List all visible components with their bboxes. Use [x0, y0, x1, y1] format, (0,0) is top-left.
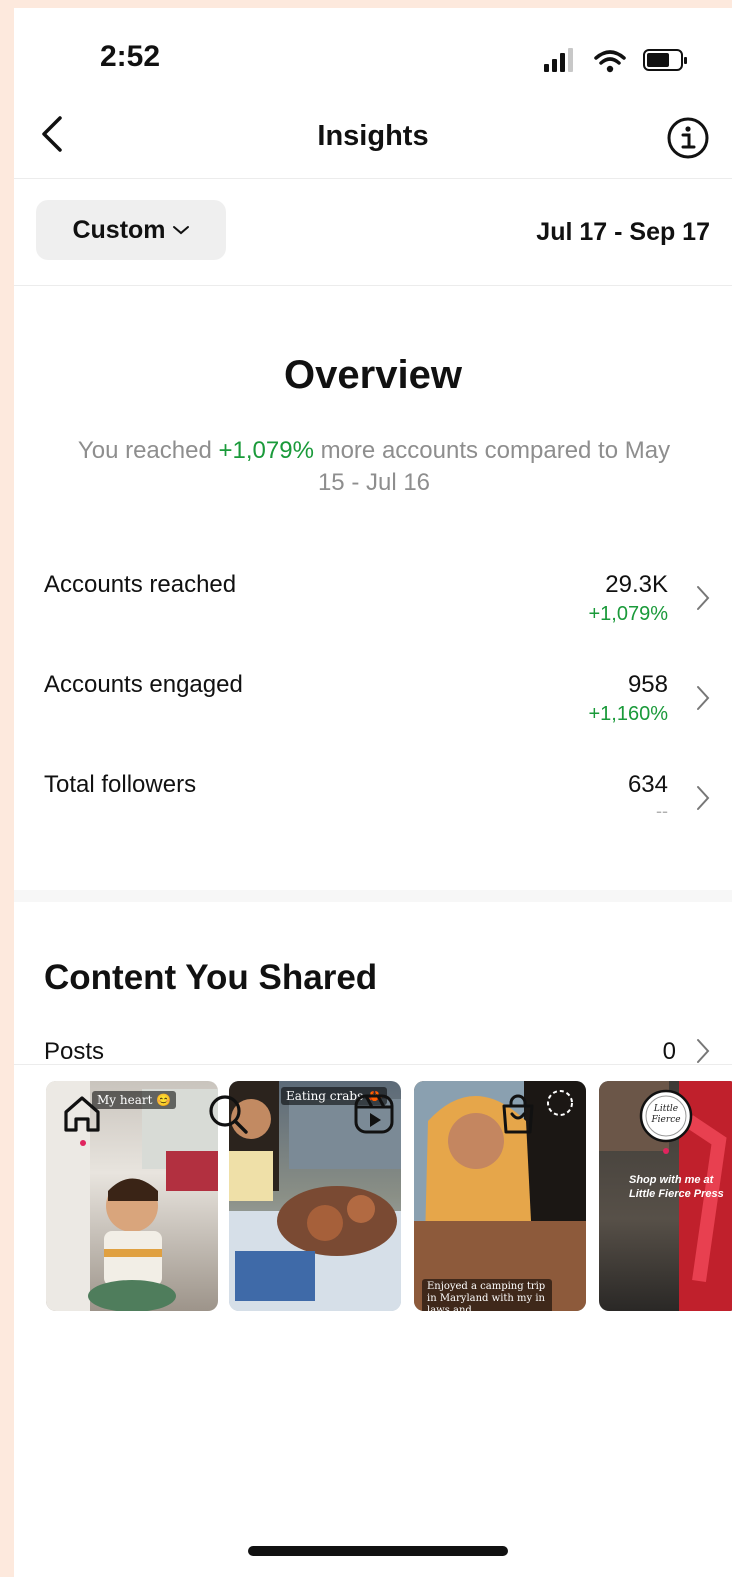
date-filter-dropdown[interactable]: Custom	[36, 200, 226, 260]
info-button[interactable]	[666, 116, 710, 165]
metric-value: 958	[627, 671, 668, 698]
chevron-right-icon	[697, 686, 710, 710]
notification-dot	[80, 1140, 86, 1146]
content-section-title: Content You Shared	[44, 958, 378, 997]
posts-row-label[interactable]: Posts	[44, 1038, 104, 1066]
filter-divider	[14, 285, 732, 286]
info-icon	[667, 117, 709, 159]
status-time: 2:52	[100, 40, 161, 73]
bottom-area: Posts 0 Little Fierce	[14, 1038, 732, 1577]
shop-icon	[502, 1094, 534, 1134]
metric-label: Accounts reached	[44, 571, 237, 598]
metric-label: Total followers	[44, 771, 197, 798]
chevron-right-icon	[697, 786, 710, 810]
home-indicator[interactable]	[248, 1546, 508, 1556]
metric-row-accounts-reached[interactable]: Accounts reached 29.3K +1,079%	[14, 563, 732, 643]
section-separator	[14, 890, 732, 902]
metric-label: Accounts engaged	[44, 671, 243, 698]
nav-shop[interactable]	[496, 1092, 540, 1141]
nav-reels[interactable]	[352, 1092, 396, 1141]
chevron-down-icon	[172, 226, 189, 235]
battery-icon	[643, 49, 687, 71]
status-icons	[544, 48, 694, 79]
wifi-icon	[594, 50, 626, 73]
metric-value: 634	[627, 771, 668, 798]
notification-dot	[663, 1148, 669, 1154]
posts-row-value: 0	[662, 1038, 676, 1065]
chevron-right-icon[interactable]	[696, 1038, 710, 1064]
avatar-text: Little Fierce	[651, 1104, 681, 1125]
nav-profile[interactable]: Little Fierce	[638, 1088, 694, 1149]
nav-divider	[14, 1064, 732, 1065]
nav-search[interactable]	[206, 1092, 250, 1141]
home-icon	[64, 1096, 100, 1132]
overview-title: Overview	[284, 353, 462, 397]
nav-home[interactable]	[60, 1092, 104, 1141]
signal-icon	[544, 48, 573, 72]
header-divider	[14, 178, 732, 179]
reels-icon	[354, 1094, 394, 1134]
overview-desc-highlight: +1,079%	[218, 437, 314, 464]
phone-screen: 2:52 Insights Custom Jul 17 - Sep 17 Ove…	[14, 8, 732, 1577]
metric-change: +1,079%	[588, 603, 668, 625]
overview-description: You reached +1,079% more accounts compar…	[74, 435, 674, 499]
metric-row-total-followers[interactable]: Total followers 634 --	[14, 763, 732, 843]
search-icon	[209, 1095, 248, 1134]
metric-change: +1,160%	[588, 703, 668, 725]
overview-desc-suffix: more accounts compared to May 15 - Jul 1…	[313, 437, 671, 496]
metric-row-accounts-engaged[interactable]: Accounts engaged 958 +1,160%	[14, 663, 732, 743]
metric-value: 29.3K	[605, 571, 668, 598]
overview-desc-prefix: You reached	[77, 437, 219, 464]
chevron-right-icon	[697, 586, 710, 610]
date-range: Jul 17 - Sep 17	[536, 218, 710, 246]
metric-change: --	[656, 801, 668, 821]
date-filter-label: Custom	[72, 215, 166, 244]
page-title: Insights	[317, 120, 429, 152]
